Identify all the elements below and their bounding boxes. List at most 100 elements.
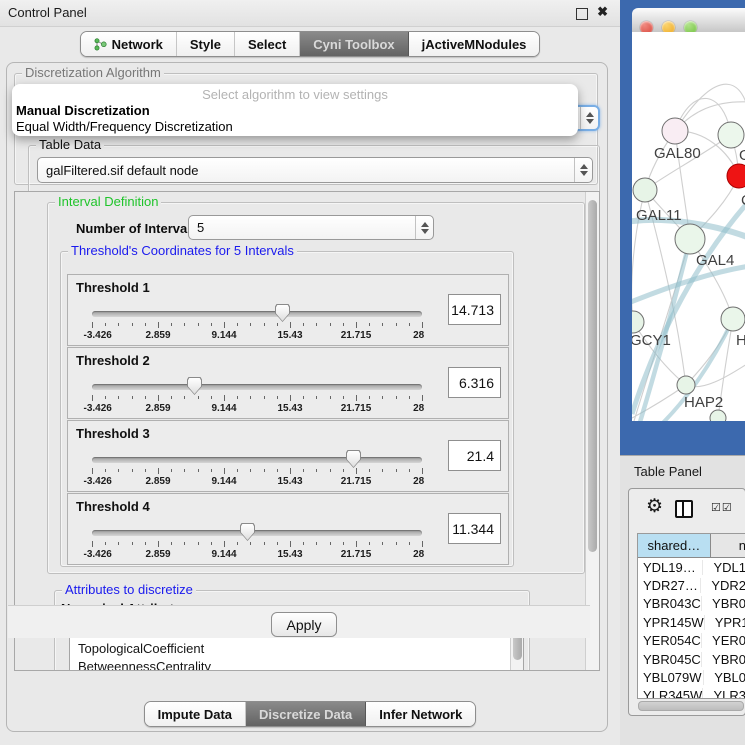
graph-node-gal80[interactable] [662,118,688,144]
threshold-slider[interactable]: -3.4262.8599.14415.4321.71528 [92,382,422,414]
cell-name: YBL0 [704,670,745,685]
horizontal-scrollbar[interactable] [638,701,744,711]
tick-mark [277,323,278,326]
tab-jactivemnodules[interactable]: jActiveMNodules [409,32,540,56]
network-window-titlebar[interactable] [632,8,745,33]
spinner-icon[interactable] [415,216,433,239]
slider-track[interactable] [92,530,422,536]
select-columns-icons[interactable]: ☑☑ [711,501,733,514]
spinner-icon[interactable] [574,158,592,182]
slider-ticks [92,541,422,548]
tick-mark [237,469,238,472]
threshold-slider[interactable]: -3.4262.8599.14415.4321.71528 [92,528,422,560]
threshold-value-field[interactable]: 21.4 [448,440,501,471]
slider-scale-labels: -3.4262.8599.14415.4321.71528 [92,549,422,561]
tab-network[interactable]: Network [81,32,177,56]
list-item[interactable]: TopologicalCoefficient [70,640,523,658]
popup-option-equal-width-frequency[interactable]: Equal Width/Frequency Discretization [16,119,233,134]
spinner-icon[interactable] [580,107,598,129]
tab-select[interactable]: Select [235,32,300,56]
tick-mark [198,542,199,545]
tick-mark [250,323,251,326]
graph-node-gcy1[interactable] [632,311,644,333]
tab-label: Impute Data [158,707,232,722]
tab-cyni-toolbox[interactable]: Cyni Toolbox [300,32,408,56]
tick-mark [409,396,410,399]
slider-thumb[interactable] [187,377,202,395]
table-row[interactable]: YBL079WYBL0 [638,668,745,686]
slider-track[interactable] [92,311,422,317]
tab-style[interactable]: Style [177,32,235,56]
column-header-name[interactable]: n [711,534,745,557]
tick-mark [158,541,159,547]
threshold-label: Threshold 3 [76,426,150,441]
tick-mark [303,542,304,545]
threshold-value-field[interactable]: 6.316 [448,367,501,398]
tick-mark [356,541,357,547]
threshold-value-field[interactable]: 14.713 [448,294,501,325]
network-canvas[interactable]: GAL80GCGAL11GAL4GCY1HHAP2 [632,32,745,421]
slider-thumb[interactable] [240,523,255,541]
table-row[interactable]: YLR345WYLR3 [638,687,745,699]
scale-label: 15.43 [277,330,302,341]
tick-mark [356,468,357,474]
graph-node-g[interactable] [718,122,744,148]
graph-node-c[interactable] [727,164,745,188]
tick-mark [198,323,199,326]
slider-ticks [92,322,422,329]
table-row[interactable]: YDR27…YDR2 [638,576,745,594]
table-row[interactable]: YER054CYER0 [638,632,745,650]
node-label: GAL11 [636,207,682,224]
graph-node-gal4[interactable] [675,224,705,254]
graph-node-hap2[interactable] [677,376,695,394]
cell-shared-name: YER054C [638,633,702,648]
graph-node[interactable] [710,410,726,421]
slider-track[interactable] [92,457,422,463]
slider-track[interactable] [92,384,422,390]
vertical-scrollbar[interactable] [585,192,599,670]
node-table[interactable]: shared… n YDL19…YDL1YDR27…YDR2YBR043CYBR… [637,533,745,699]
num-intervals-select[interactable]: 5 [188,215,434,240]
tick-mark [330,396,331,399]
tick-mark [92,468,93,474]
list-item[interactable]: BetweennessCentrality [70,658,523,671]
float-window-icon[interactable] [576,8,588,20]
column-header-shared[interactable]: shared… [638,534,711,557]
gear-icon[interactable]: ⚙ [646,497,663,516]
apply-button[interactable]: Apply [271,612,337,637]
tick-mark [118,323,119,326]
table-row[interactable]: YDL19…YDL1 [638,558,745,576]
tick-mark [237,396,238,399]
slider-scale-labels: -3.4262.8599.14415.4321.71528 [92,330,422,342]
scale-label: 21.715 [341,549,372,560]
close-icon[interactable]: ✖ [597,4,608,20]
threshold-slider[interactable]: -3.4262.8599.14415.4321.71528 [92,309,422,341]
tick-mark [158,468,159,474]
tick-mark [145,469,146,472]
tab-discretize-data[interactable]: Discretize Data [246,702,366,726]
tab-impute-data[interactable]: Impute Data [145,702,246,726]
tab-infer-network[interactable]: Infer Network [366,702,475,726]
threshold-panel: Threshold 1 -3.4262.8599.14415.4321.7152… [67,274,509,346]
table-row[interactable]: YBR045CYBR0 [638,650,745,668]
slider-thumb[interactable] [275,304,290,322]
graph-node-gal11[interactable] [633,178,657,202]
slider-thumb[interactable] [346,450,361,468]
slider-scale-labels: -3.4262.8599.14415.4321.71528 [92,476,422,488]
column-layout-icon[interactable] [675,500,693,518]
scrollbar-thumb[interactable] [588,200,597,552]
bottom-tab-bar: Impute Data Discretize DataInfer Network [0,701,620,727]
table-data-select[interactable]: galFiltered.sif default node [37,157,593,183]
scale-label: -3.426 [83,330,111,341]
table-row[interactable]: YPR145WYPR1 [638,613,745,631]
popup-option-manual-discretization[interactable]: Manual Discretization [16,103,150,118]
graph-node-h[interactable] [721,307,745,331]
threshold-slider[interactable]: -3.4262.8599.14415.4321.71528 [92,455,422,487]
scale-label: 15.43 [277,476,302,487]
table-row[interactable]: YBR043CYBR0 [638,595,745,613]
settings-scrollpane: Interval Definition Number of Intervals … [14,191,600,671]
threshold-value-field[interactable]: 11.344 [448,513,501,544]
cell-shared-name: YLR345W [638,688,703,699]
cell-shared-name: YDR27… [638,578,701,593]
tick-mark [422,541,423,547]
